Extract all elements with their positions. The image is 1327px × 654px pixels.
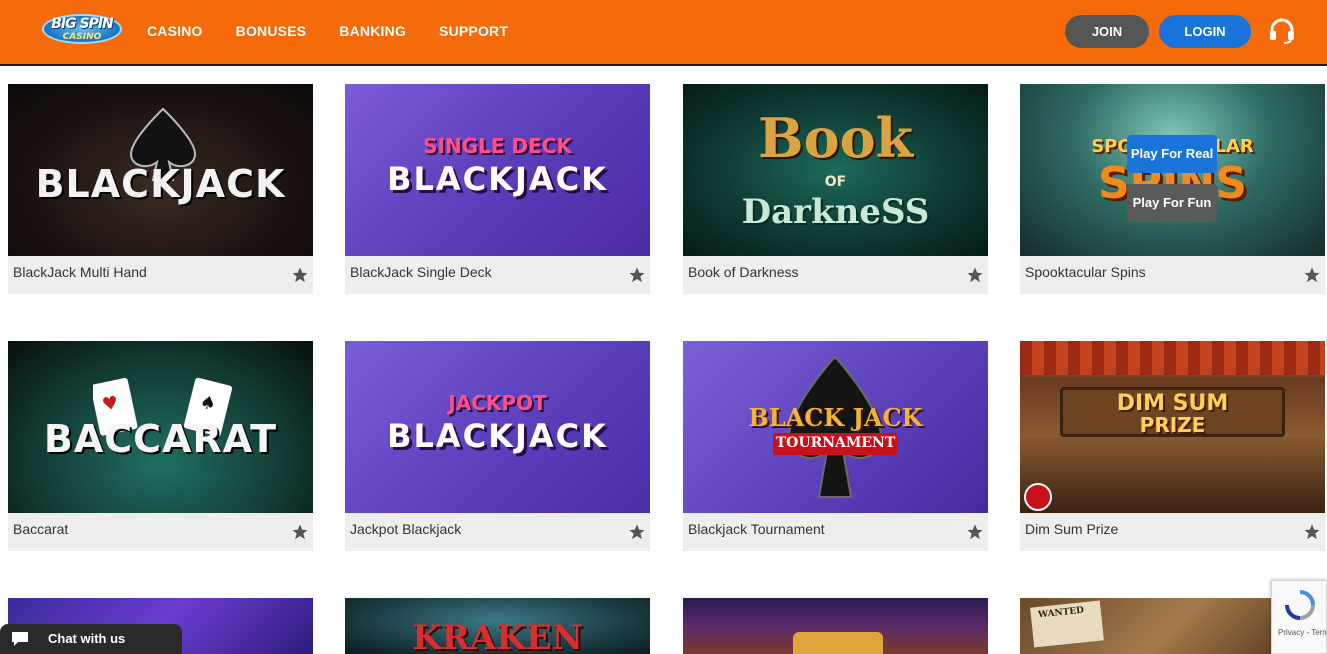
logo-line2: CASINO: [62, 32, 102, 42]
game-name[interactable]: Blackjack Tournament: [688, 521, 825, 537]
game-info-bar: BlackJack Single Deck: [345, 256, 650, 294]
main-nav: CASINO BONUSES BANKING SUPPORT: [147, 23, 541, 39]
nav-banking[interactable]: BANKING: [339, 23, 406, 39]
game-tile[interactable]: SPOOKTACULAR SPINS Play For Real Play Fo…: [1020, 84, 1325, 294]
play-for-real-button[interactable]: Play For Real: [1127, 135, 1217, 173]
game-name[interactable]: BlackJack Multi Hand: [13, 264, 147, 280]
game-tile[interactable]: ♥ ♠ BACCARAT Baccarat: [8, 341, 313, 551]
game-thumbnail[interactable]: SINGLE DECK BLACKJACK: [345, 84, 650, 256]
nav-support[interactable]: SUPPORT: [439, 23, 508, 39]
nav-bonuses[interactable]: BONUSES: [236, 23, 307, 39]
game-art-title: BLACKJACK: [35, 162, 286, 206]
logo-line1: BIG SPIN: [51, 16, 114, 32]
star-icon[interactable]: [291, 523, 309, 541]
recaptcha-icon: [1285, 590, 1315, 620]
game-art-subtitle: OF: [824, 174, 847, 190]
site-logo[interactable]: BIG SPIN CASINO: [42, 10, 122, 48]
game-thumbnail[interactable]: Book OF DarkneSS: [683, 84, 988, 256]
game-tile[interactable]: BLACKJACK BlackJack Multi Hand: [8, 84, 313, 294]
game-tile[interactable]: JACKPOT BLACKJACK Jackpot Blackjack: [345, 341, 650, 551]
game-thumbnail[interactable]: BLACKJACK: [8, 84, 313, 256]
game-art-title: BLACK JACK: [748, 403, 923, 432]
play-for-fun-button[interactable]: Play For Fun: [1127, 184, 1217, 222]
game-info-bar: Book of Darkness: [683, 256, 988, 294]
recaptcha-links[interactable]: Privacy - Terms: [1278, 628, 1326, 637]
chat-widget[interactable]: Chat with us: [0, 624, 182, 654]
game-art-subtitle: SINGLE DECK: [423, 134, 572, 158]
star-icon[interactable]: [628, 523, 646, 541]
game-name[interactable]: Spooktacular Spins: [1025, 264, 1146, 280]
login-button[interactable]: LOGIN: [1159, 15, 1251, 48]
star-icon[interactable]: [1303, 523, 1321, 541]
game-art-subtitle-2: DarkneSS: [741, 192, 930, 232]
game-name[interactable]: Baccarat: [13, 521, 68, 537]
game-art-title: KRAKEN: [412, 618, 583, 654]
star-icon[interactable]: [628, 266, 646, 284]
game-thumbnail[interactable]: [683, 598, 988, 654]
game-art-title: BLACKJACK: [387, 417, 608, 455]
provider-badge-icon: [1024, 483, 1052, 511]
headset-icon[interactable]: [1268, 17, 1296, 45]
game-art-subtitle: JACKPOT: [448, 391, 547, 415]
game-info-bar: Blackjack Tournament: [683, 513, 988, 551]
chat-label: Chat with us: [48, 631, 126, 646]
game-art-logo: [793, 632, 883, 654]
game-thumbnail[interactable]: DIM SUM PRIZE: [1020, 341, 1325, 513]
star-icon[interactable]: [966, 523, 984, 541]
game-info-bar: Dim Sum Prize: [1020, 513, 1325, 551]
game-tile[interactable]: Book OF DarkneSS Book of Darkness: [683, 84, 988, 294]
game-tile[interactable]: SINGLE DECK BLACKJACK BlackJack Single D…: [345, 84, 650, 294]
game-info-bar: Jackpot Blackjack: [345, 513, 650, 551]
game-thumbnail[interactable]: BLACK JACK TOURNAMENT: [683, 341, 988, 513]
join-button[interactable]: JOIN: [1065, 15, 1149, 48]
star-icon[interactable]: [966, 266, 984, 284]
game-name[interactable]: Jackpot Blackjack: [350, 521, 461, 537]
game-info-bar: Baccarat: [8, 513, 313, 551]
game-thumbnail[interactable]: SPOOKTACULAR SPINS Play For Real Play Fo…: [1020, 84, 1325, 256]
game-name[interactable]: BlackJack Single Deck: [350, 264, 492, 280]
game-thumbnail[interactable]: JACKPOT BLACKJACK: [345, 341, 650, 513]
game-thumbnail[interactable]: ♥ ♠ BACCARAT: [8, 341, 313, 513]
game-thumbnail[interactable]: KRAKEN: [345, 598, 650, 654]
game-info-bar: BlackJack Multi Hand: [8, 256, 313, 294]
star-icon[interactable]: [291, 266, 309, 284]
site-header: BIG SPIN CASINO CASINO BONUSES BANKING S…: [0, 0, 1327, 66]
recaptcha-badge[interactable]: Privacy - Terms: [1271, 580, 1327, 654]
game-art-title: BLACKJACK: [387, 160, 608, 198]
game-tile[interactable]: [683, 598, 988, 654]
game-name[interactable]: Dim Sum Prize: [1025, 521, 1118, 537]
game-tile[interactable]: DIM SUM PRIZE Dim Sum Prize: [1020, 341, 1325, 551]
game-info-bar: Spooktacular Spins: [1020, 256, 1325, 294]
game-art-title: Book: [757, 106, 914, 170]
game-art-subtitle: TOURNAMENT: [775, 435, 896, 451]
chat-bubble-icon: [12, 632, 28, 646]
star-icon[interactable]: [1303, 266, 1321, 284]
nav-casino[interactable]: CASINO: [147, 23, 203, 39]
game-art-title: BACCARAT: [43, 417, 278, 461]
game-tile[interactable]: KRAKEN: [345, 598, 650, 654]
game-tile[interactable]: BLACK JACK TOURNAMENT Blackjack Tourname…: [683, 341, 988, 551]
roof-tiles: [1020, 341, 1325, 375]
game-art-subtitle: PRIZE: [1139, 413, 1206, 437]
game-name[interactable]: Book of Darkness: [688, 264, 799, 280]
